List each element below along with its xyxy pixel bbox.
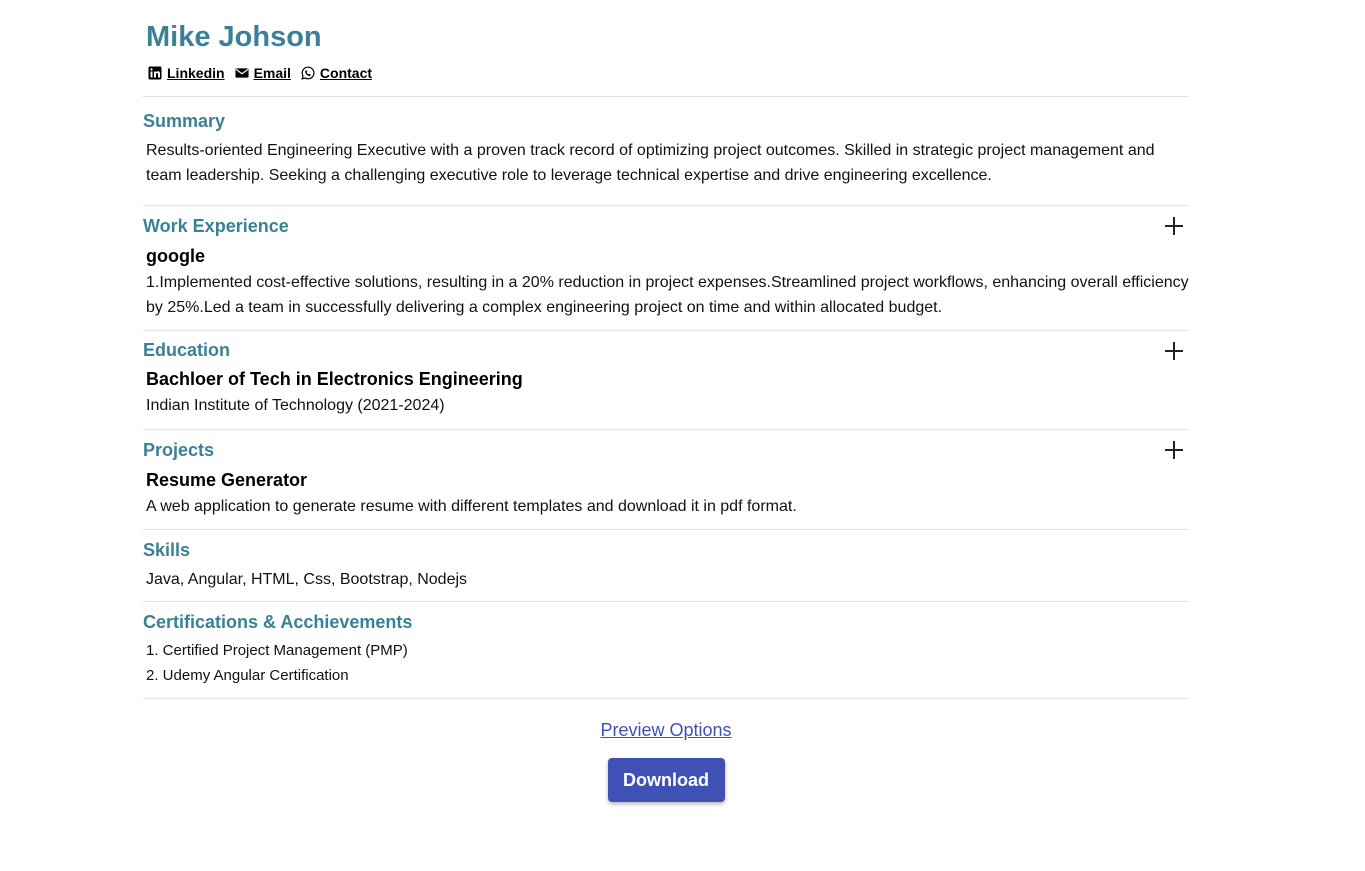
- linkedin-link[interactable]: Linkedin: [148, 65, 225, 81]
- certifications-heading: Certifications & Acchievements: [143, 612, 413, 632]
- project-name: Resume Generator: [146, 470, 308, 490]
- summary-heading: Summary: [143, 111, 226, 131]
- certifications-list: 1. Certified Project Management (PMP) 2.…: [143, 638, 1189, 688]
- work-experience-section: Work Experience google 1.Implemented cos…: [143, 205, 1189, 330]
- preview-options-link[interactable]: Preview Options: [600, 719, 731, 741]
- skills-heading: Skills: [143, 540, 191, 560]
- linkedin-icon: [148, 66, 162, 80]
- project-description: A web application to generate resume wit…: [146, 498, 797, 515]
- whatsapp-icon: [301, 66, 315, 80]
- work-experience-heading: Work Experience: [143, 216, 289, 236]
- certification-item: 2. Udemy Angular Certification: [146, 667, 349, 684]
- linkedin-label: Linkedin: [167, 65, 225, 81]
- contact-link[interactable]: Contact: [301, 65, 372, 81]
- certifications-section: Certifications & Acchievements 1. Certif…: [143, 601, 1189, 698]
- education-heading: Education: [143, 340, 231, 360]
- skills-section: Skills Java, Angular, HTML, Css, Bootstr…: [143, 529, 1189, 601]
- contact-links: Linkedin Email Contact: [143, 63, 1189, 83]
- email-label: Email: [253, 65, 291, 81]
- education-degree: Bachloer of Tech in Electronics Engineer…: [146, 369, 523, 389]
- summary-section: Summary Results-oriented Engineering Exe…: [143, 96, 1189, 205]
- work-description: 1.Implemented cost-effective solutions, …: [146, 274, 1189, 316]
- work-company: google: [146, 246, 205, 266]
- add-education-icon[interactable]: [1165, 342, 1183, 360]
- footer-actions: Preview Options Download: [143, 698, 1189, 802]
- email-link[interactable]: Email: [235, 65, 291, 81]
- download-button[interactable]: Download: [607, 758, 725, 802]
- education-institute: Indian Institute of Technology (2021-202…: [146, 397, 445, 414]
- certification-item: 1. Certified Project Management (PMP): [146, 642, 408, 659]
- envelope-icon: [235, 66, 249, 80]
- summary-text: Results-oriented Engineering Executive w…: [146, 142, 1155, 184]
- resume: Mike Johson Linkedin Email Contact Summa…: [143, 0, 1189, 802]
- add-project-icon[interactable]: [1165, 441, 1183, 459]
- contact-label: Contact: [319, 65, 373, 81]
- projects-section: Projects Resume Generator A web applicat…: [143, 429, 1189, 529]
- candidate-name: Mike Johson: [146, 21, 322, 53]
- projects-heading: Projects: [143, 440, 215, 460]
- skills-text: Java, Angular, HTML, Css, Bootstrap, Nod…: [146, 571, 468, 588]
- add-work-experience-icon[interactable]: [1165, 217, 1183, 235]
- education-section: Education Bachloer of Tech in Electronic…: [143, 330, 1189, 429]
